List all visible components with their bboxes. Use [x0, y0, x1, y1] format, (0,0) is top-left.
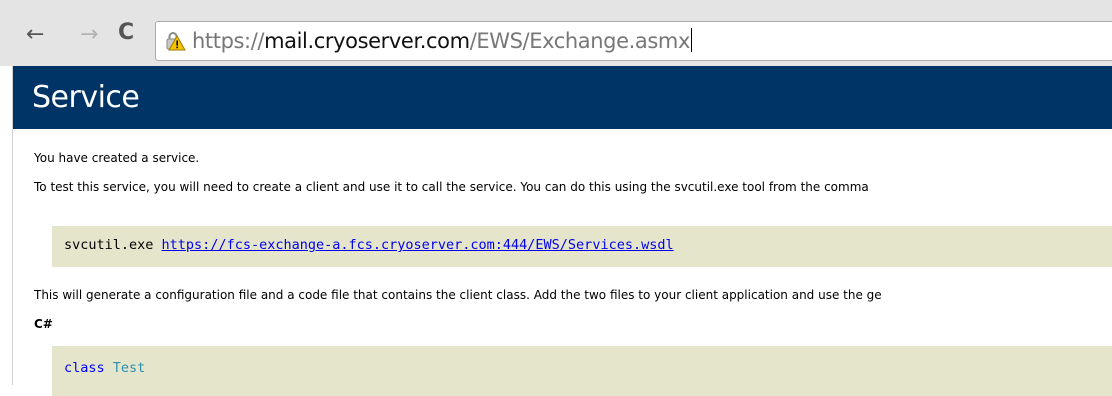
intro-text: You have created a service. [34, 151, 200, 165]
page-title: Service [32, 80, 140, 115]
url-scheme: https:// [192, 29, 265, 53]
language-heading: C# [34, 317, 53, 331]
browser-toolbar: ← → C https://mail.cryoserver.com/EWS/Ex… [0, 0, 1112, 67]
back-arrow-icon[interactable]: ← [26, 24, 44, 46]
wsdl-link[interactable]: https://fcs-exchange-a.fcs.cryoserver.co… [162, 237, 674, 253]
reload-icon[interactable]: C [118, 22, 134, 44]
test-instructions-text: To test this service, you will need to c… [34, 180, 869, 194]
generate-instructions-text: This will generate a configuration file … [34, 288, 882, 302]
url-path: /EWS/Exchange.asmx [469, 29, 691, 53]
address-bar[interactable]: https://mail.cryoserver.com/EWS/Exchange… [155, 21, 1112, 61]
page-left-margin [0, 66, 13, 385]
command-tool: svcutil.exe [64, 237, 154, 253]
svcutil-command-box: svcutil.exe https://fcs-exchange-a.fcs.c… [52, 226, 1112, 267]
page-header-banner: Service [13, 66, 1112, 129]
csharp-code-box: class Test [52, 346, 1112, 396]
code-keyword: class [64, 360, 105, 376]
code-class-name: Test [112, 360, 146, 376]
url-host: mail.cryoserver.com [264, 29, 470, 53]
url-text[interactable]: https://mail.cryoserver.com/EWS/Exchange… [192, 28, 692, 54]
forward-arrow-icon[interactable]: → [80, 24, 98, 46]
text-caret [690, 28, 692, 52]
warning-lock-icon[interactable] [164, 31, 186, 51]
